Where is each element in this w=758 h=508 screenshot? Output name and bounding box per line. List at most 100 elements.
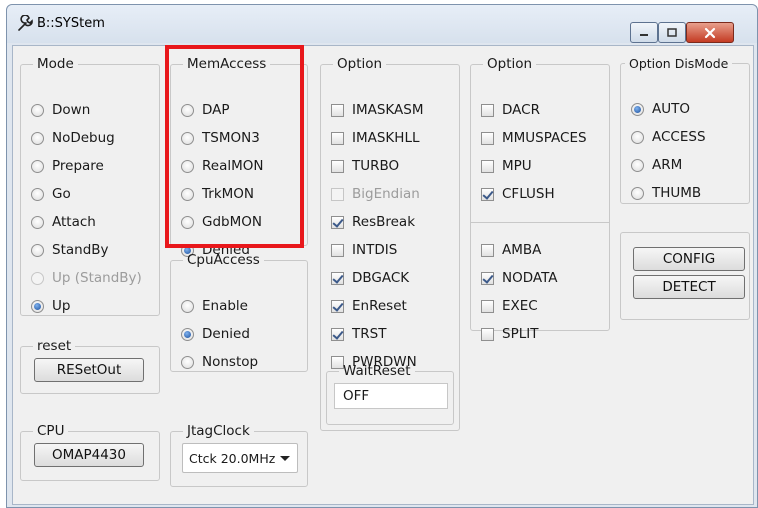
radio-button[interactable] <box>181 131 194 145</box>
minimize-button[interactable] <box>630 22 658 43</box>
memaccess-gdbmon-option[interactable]: GdbMON <box>181 212 262 232</box>
chevron-down-icon[interactable] <box>280 456 290 461</box>
option-imaskasm[interactable]: IMASKASM <box>331 100 424 120</box>
option-mpu[interactable]: MPU <box>481 156 532 176</box>
radio-button[interactable] <box>181 187 194 201</box>
radio-button[interactable] <box>181 355 194 369</box>
option-intdis[interactable]: INTDIS <box>331 240 397 260</box>
maximize-button[interactable] <box>658 22 686 43</box>
option-bigendian: BigEndian <box>331 184 420 204</box>
dismode-group: Option DisMode AUTO ACCESS ARM THUMB <box>620 56 750 204</box>
checkbox[interactable] <box>331 159 344 173</box>
dismode-arm-option[interactable]: ARM <box>631 155 682 175</box>
option-enreset[interactable]: EnReset <box>331 296 407 316</box>
radio-button[interactable] <box>631 158 644 172</box>
dismode-thumb-option[interactable]: THUMB <box>631 183 701 203</box>
config-button[interactable]: CONFIG <box>633 247 745 271</box>
checkbox[interactable] <box>481 327 494 341</box>
radio-button[interactable] <box>181 299 194 313</box>
radio-button[interactable] <box>181 103 194 117</box>
radio-button[interactable] <box>31 243 44 257</box>
option-amba[interactable]: AMBA <box>481 240 541 260</box>
checkbox-checked[interactable] <box>481 271 494 285</box>
radio-button[interactable] <box>631 186 644 200</box>
radio-button[interactable] <box>181 159 194 173</box>
cpuaccess-nonstop-option[interactable]: Nonstop <box>181 352 258 372</box>
dismode-legend: Option DisMode <box>629 56 729 71</box>
radio-button[interactable] <box>31 215 44 229</box>
memaccess-realmon-option[interactable]: RealMON <box>181 156 263 176</box>
option-label: ARM <box>652 157 683 173</box>
option-dbgack[interactable]: DBGACK <box>331 268 409 288</box>
waitreset-field[interactable]: OFF <box>334 383 448 409</box>
radio-button[interactable] <box>631 130 644 144</box>
checkbox[interactable] <box>481 131 494 145</box>
radio-button[interactable] <box>31 131 44 145</box>
close-icon <box>704 27 716 38</box>
checkbox[interactable] <box>331 243 344 257</box>
cpuaccess-denied-option[interactable]: Denied <box>181 324 250 344</box>
dismode-auto-option[interactable]: AUTO <box>631 99 690 119</box>
mode-up-option[interactable]: Up <box>31 296 70 316</box>
option-label: MMUSPACES <box>502 130 587 146</box>
option-label: EXEC <box>502 298 538 314</box>
option-label: Denied <box>202 326 250 342</box>
option-dacr[interactable]: DACR <box>481 100 540 120</box>
mode-attach-option[interactable]: Attach <box>31 212 96 232</box>
mode-nodebug-option[interactable]: NoDebug <box>31 128 115 148</box>
detect-button[interactable]: DETECT <box>633 275 745 299</box>
radio-button[interactable] <box>181 215 194 229</box>
minimize-icon <box>640 33 648 36</box>
memaccess-dap-option[interactable]: DAP <box>181 100 230 120</box>
checkbox[interactable] <box>481 103 494 117</box>
mode-down-option[interactable]: Down <box>31 100 90 120</box>
option-mmuspaces[interactable]: MMUSPACES <box>481 128 587 148</box>
close-button[interactable] <box>686 22 734 43</box>
radio-button[interactable] <box>31 159 44 173</box>
memaccess-trkmon-option[interactable]: TrkMON <box>181 184 254 204</box>
title-bar[interactable]: B::SYStem <box>7 5 757 43</box>
resetout-button[interactable]: RESetOut <box>34 358 144 382</box>
checkbox[interactable] <box>481 159 494 173</box>
jtagclock-group: JtagClock Ctck 20.0MHz <box>170 423 308 487</box>
jtagclock-select[interactable]: Ctck 20.0MHz <box>182 443 298 473</box>
option-imaskhll[interactable]: IMASKHLL <box>331 128 419 148</box>
mode-prepare-option[interactable]: Prepare <box>31 156 104 176</box>
option-cflush[interactable]: CFLUSH <box>481 184 555 204</box>
option-label: Nonstop <box>202 354 259 370</box>
option2-group: Option DACR MMUSPACES MPU CFLUSH AMBA NO… <box>470 56 610 342</box>
checkbox-checked[interactable] <box>331 271 344 285</box>
radio-button[interactable] <box>31 103 44 117</box>
option-split[interactable]: SPLIT <box>481 324 538 344</box>
option-label: Up (StandBy) <box>52 270 142 286</box>
mode-go-option[interactable]: Go <box>31 184 71 204</box>
option-resbreak[interactable]: ResBreak <box>331 212 415 232</box>
checkbox-checked[interactable] <box>481 187 494 201</box>
checkbox-checked[interactable] <box>331 299 344 313</box>
option-label: EnReset <box>352 298 407 314</box>
radio-button-selected[interactable] <box>181 327 194 341</box>
checkbox-checked[interactable] <box>331 327 344 341</box>
option-nodata[interactable]: NODATA <box>481 268 558 288</box>
cpu-button[interactable]: OMAP4430 <box>34 443 144 467</box>
option-label: RealMON <box>202 158 264 174</box>
option-exec[interactable]: EXEC <box>481 296 538 316</box>
memaccess-tsmon3-option[interactable]: TSMON3 <box>181 128 260 148</box>
checkbox[interactable] <box>331 131 344 145</box>
option-label: Attach <box>52 214 96 230</box>
checkbox-checked[interactable] <box>331 215 344 229</box>
reset-group: reset RESetOut <box>20 338 160 394</box>
radio-button-selected[interactable] <box>631 102 644 116</box>
checkbox[interactable] <box>481 243 494 257</box>
cpuaccess-enable-option[interactable]: Enable <box>181 296 248 316</box>
option-trst[interactable]: TRST <box>331 324 386 344</box>
dismode-access-option[interactable]: ACCESS <box>631 127 706 147</box>
checkbox[interactable] <box>481 299 494 313</box>
cpu-legend: CPU <box>37 423 65 439</box>
radio-button-selected[interactable] <box>31 299 44 313</box>
mode-standby-option[interactable]: StandBy <box>31 240 109 260</box>
checkbox[interactable] <box>331 103 344 117</box>
cpuaccess-group: CpuAccess Enable Denied Nonstop <box>170 252 308 372</box>
radio-button[interactable] <box>31 187 44 201</box>
option-turbo[interactable]: TURBO <box>331 156 399 176</box>
